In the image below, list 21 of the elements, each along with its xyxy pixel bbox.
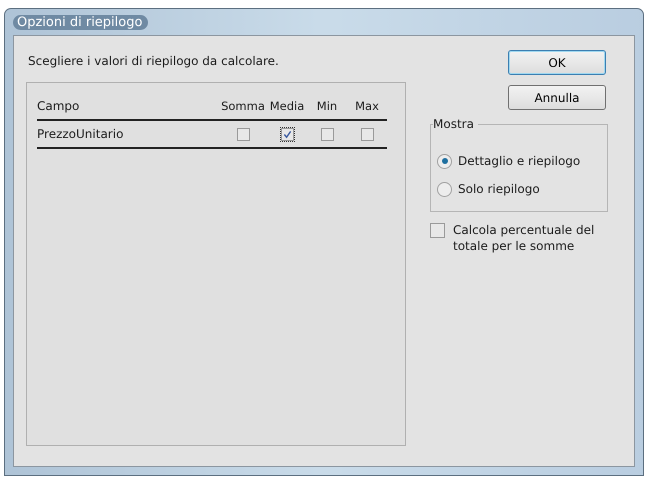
checkbox[interactable] xyxy=(360,128,374,140)
column-header: Media xyxy=(268,99,306,113)
group-title: Mostra xyxy=(433,117,478,131)
radio-button[interactable] xyxy=(437,182,452,196)
column-header: Campo xyxy=(37,99,80,113)
checkbox[interactable] xyxy=(320,128,334,140)
column-header: Min xyxy=(316,99,338,113)
field-name: PrezzoUnitario xyxy=(37,127,124,141)
instruction-text: Scegliere i valori di riepilogo da calcolare. xyxy=(28,54,280,68)
radio-button[interactable] xyxy=(437,154,452,168)
checkbox-label[interactable]: Calcola percentuale del totale per le somme xyxy=(453,222,608,254)
checkbox[interactable] xyxy=(430,223,445,238)
dialog-button[interactable]: OK xyxy=(508,50,606,75)
checkbox[interactable] xyxy=(236,128,250,140)
checkbox[interactable] xyxy=(280,128,294,140)
dialog-button[interactable]: Annulla xyxy=(508,85,606,110)
radio-label[interactable]: Dettaglio e riepilogo xyxy=(458,154,580,168)
column-header: Max xyxy=(354,99,380,113)
radio-label[interactable]: Solo riepilogo xyxy=(458,182,540,196)
column-header: Somma xyxy=(220,99,266,113)
window-title: Opzioni di riepilogo xyxy=(13,14,148,30)
